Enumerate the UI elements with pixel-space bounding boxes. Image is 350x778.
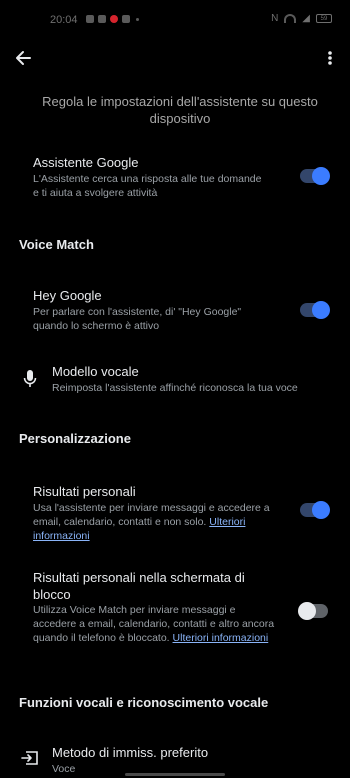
top-app-bar [0,40,350,76]
section-header-voice-match: Voice Match [19,237,94,252]
youtube-icon [98,15,106,23]
setting-title: Modello vocale [52,364,139,379]
notification-icon [86,15,94,23]
toggle-knob [312,501,330,519]
status-bar: 20:04 N ◢ 59 [0,0,350,40]
setting-personal-results[interactable]: Risultati personali Usa l'assistente per… [0,481,350,543]
intro-text: Regola le impostazioni dell'assistente s… [42,94,318,126]
app-icon [122,15,130,23]
toggle-knob [312,301,330,319]
more-vert-icon [328,51,332,65]
setting-voice-model[interactable]: Modello vocale Reimposta l'assistente af… [0,359,350,399]
hey-google-toggle[interactable] [300,301,330,319]
section-header-personalization: Personalizzazione [19,431,131,446]
nfc-icon: N [271,13,279,24]
setting-description: L'Assistente cerca una risposta alle tue… [33,173,262,199]
toggle-knob [298,602,316,620]
battery-icon: 59 [316,14,332,23]
setting-title: Assistente Google [33,155,139,170]
more-options-button[interactable] [320,46,340,70]
back-button[interactable] [10,46,38,70]
system-icons: N ◢ 59 [271,13,332,24]
setting-description: Utilizza Voice Match per inviare messagg… [33,604,275,644]
setting-title: Hey Google [33,288,102,303]
record-icon [110,15,118,23]
toggle-knob [312,167,330,185]
setting-title: Risultati personali nella schermata di b… [33,570,245,602]
personal-results-toggle[interactable] [300,501,330,519]
setting-description: Reimposta l'assistente affinché riconosc… [52,382,298,394]
setting-title: Metodo di immiss. preferito [52,745,209,760]
more-notifications-icon [136,17,139,21]
lockscreen-results-toggle[interactable] [298,602,328,620]
arrow-back-icon [16,51,31,65]
wifi-icon [284,14,297,23]
setting-hey-google[interactable]: Hey Google Per parlare con l'assistente,… [0,283,350,343]
setting-description: Usa l'assistente per inviare messaggi e … [33,502,270,542]
setting-lockscreen-results[interactable]: Risultati personali nella schermata di b… [0,567,350,661]
setting-value: Voce [52,763,76,775]
assistant-toggle[interactable] [300,167,330,185]
notification-icons [86,15,139,23]
signal-icon: ◢ [302,13,310,24]
learn-more-link[interactable]: Ulteriori informazioni [173,632,269,644]
status-time: 20:04 [50,14,78,26]
setting-assistant[interactable]: Assistente Google L'Assistente cerca una… [0,150,350,210]
setting-description: Per parlare con l'assistente, di' "Hey G… [33,306,242,332]
setting-title: Risultati personali [33,484,136,499]
section-header-voice-functions: Funzioni vocali e riconoscimento vocale [19,695,269,710]
home-indicator[interactable] [125,773,225,776]
